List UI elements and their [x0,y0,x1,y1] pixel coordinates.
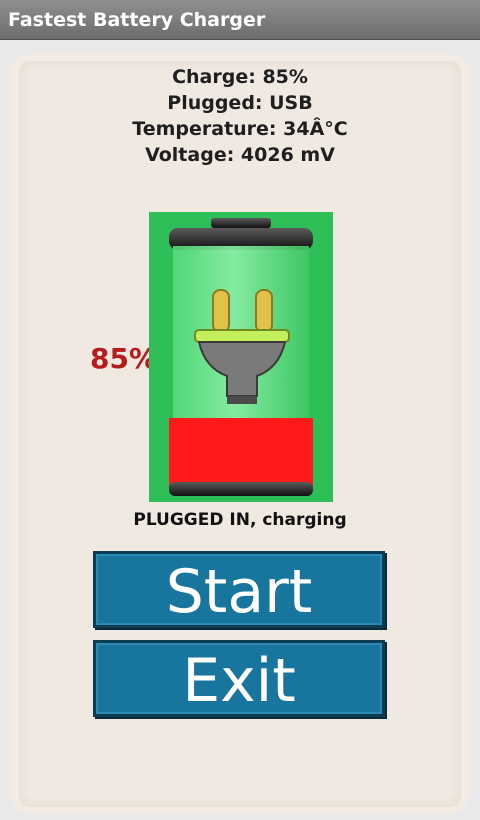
battery-info: Charge: 85% Plugged: USB Temperature: 34… [0,64,480,168]
voltage-text: Voltage: 4026 mV [145,144,335,166]
app-title: Fastest Battery Charger [8,9,266,31]
battery-icon [169,218,313,496]
charge-text: Charge: 85% [172,66,308,88]
title-bar: Fastest Battery Charger [0,0,480,40]
start-button[interactable]: Start [93,551,385,628]
battery-percent-label: 85% [90,342,158,375]
charging-status: PLUGGED IN, charging [133,510,347,530]
temperature-text: Temperature: 34Â°C [132,118,348,140]
exit-button[interactable]: Exit [93,640,385,717]
battery-graphic [149,212,333,502]
plugged-text: Plugged: USB [167,92,313,114]
battery-fill [169,418,313,488]
